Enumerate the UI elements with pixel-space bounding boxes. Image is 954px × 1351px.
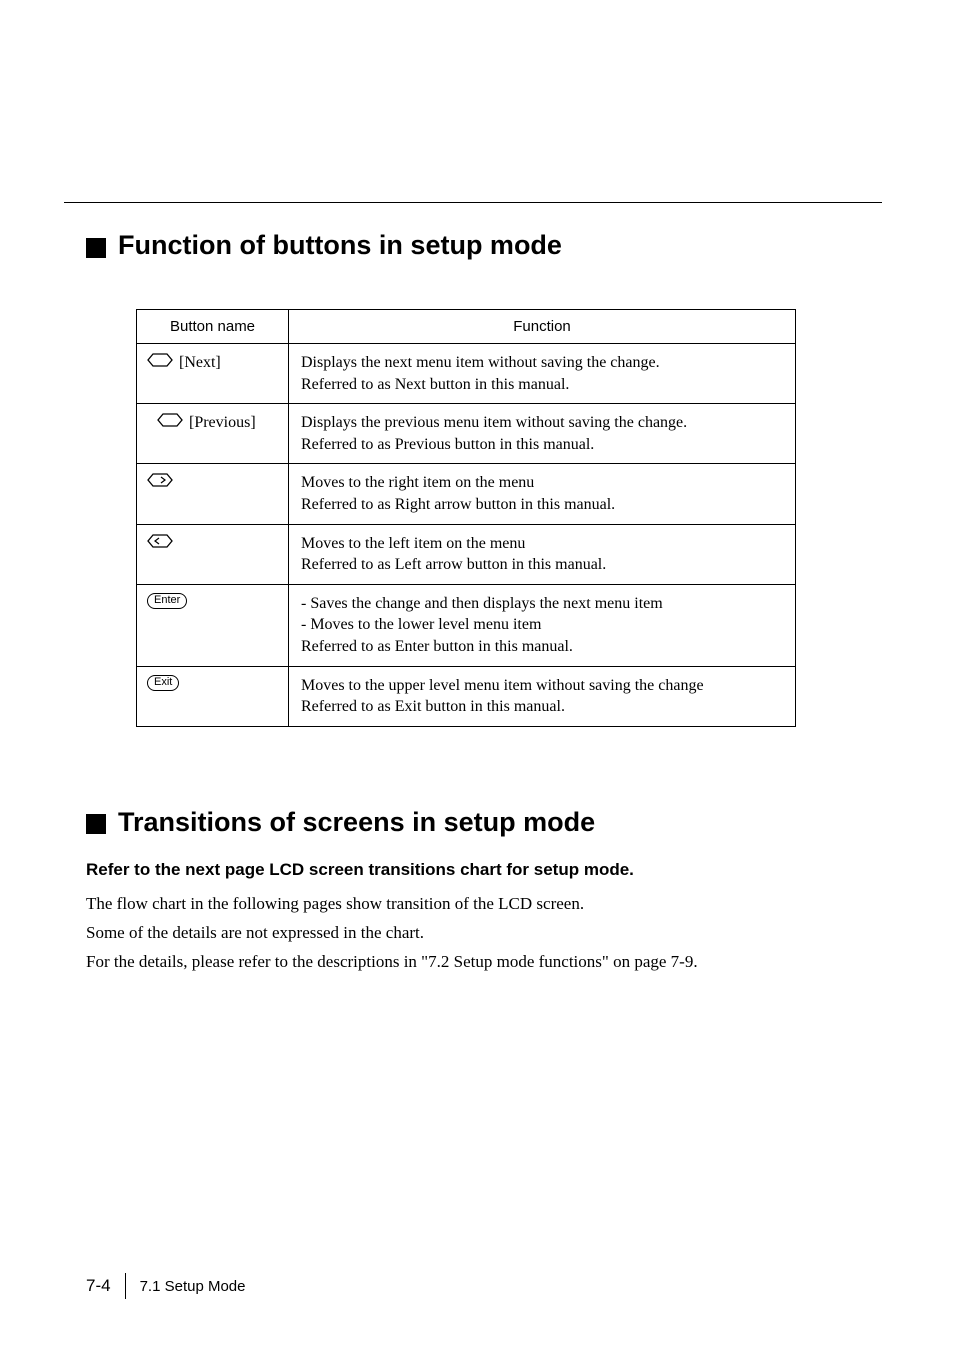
page-content: Function of buttons in setup mode Button… bbox=[86, 230, 876, 977]
table-row: [Next] Displays the next menu item witho… bbox=[137, 344, 796, 404]
table-row: Enter - Saves the change and then displa… bbox=[137, 584, 796, 666]
function-desc: Displays the previous menu item without … bbox=[289, 404, 796, 464]
function-desc: Moves to the left item on the menuReferr… bbox=[289, 524, 796, 584]
footer-divider bbox=[125, 1273, 126, 1299]
function-desc: - Saves the change and then displays the… bbox=[289, 584, 796, 666]
paragraph: Some of the details are not expressed in… bbox=[86, 919, 876, 946]
heading-2: Transitions of screens in setup mode bbox=[118, 807, 595, 838]
heading-1: Function of buttons in setup mode bbox=[118, 230, 562, 261]
hexagon-right-arrow-icon bbox=[147, 472, 173, 493]
paragraph: For the details, please refer to the des… bbox=[86, 948, 876, 975]
hexagon-previous-icon bbox=[157, 412, 183, 433]
table-row: Exit Moves to the upper level menu item … bbox=[137, 666, 796, 726]
table-header-function: Function bbox=[289, 310, 796, 344]
function-desc: Moves to the right item on the menuRefer… bbox=[289, 464, 796, 524]
page-footer: 7-4 7.1 Setup Mode bbox=[86, 1273, 246, 1299]
top-rule bbox=[64, 202, 882, 203]
table-row: Moves to the left item on the menuReferr… bbox=[137, 524, 796, 584]
exit-button-icon: Exit bbox=[147, 675, 179, 691]
hexagon-left-arrow-icon bbox=[147, 533, 173, 554]
footer-section: 7.1 Setup Mode bbox=[140, 1278, 246, 1295]
heading-bullet-icon bbox=[86, 238, 106, 258]
page-number: 7-4 bbox=[86, 1276, 125, 1296]
button-name-label: [Previous] bbox=[189, 414, 256, 432]
function-desc: Moves to the upper level menu item witho… bbox=[289, 666, 796, 726]
function-desc: Displays the next menu item without savi… bbox=[289, 344, 796, 404]
heading-bullet-icon bbox=[86, 814, 106, 834]
table-row: Moves to the right item on the menuRefer… bbox=[137, 464, 796, 524]
heading-1-row: Function of buttons in setup mode bbox=[86, 230, 876, 261]
table-row: [Previous] Displays the previous menu it… bbox=[137, 404, 796, 464]
button-function-table: Button name Function [Next] Display bbox=[136, 309, 796, 727]
table-header-name: Button name bbox=[137, 310, 289, 344]
button-name-label: [Next] bbox=[179, 354, 221, 372]
section-2: Transitions of screens in setup mode Ref… bbox=[86, 807, 876, 976]
sub-heading: Refer to the next page LCD screen transi… bbox=[86, 860, 876, 880]
heading-2-row: Transitions of screens in setup mode bbox=[86, 807, 876, 838]
enter-button-icon: Enter bbox=[147, 593, 187, 609]
hexagon-next-icon bbox=[147, 352, 173, 373]
paragraph: The flow chart in the following pages sh… bbox=[86, 890, 876, 917]
